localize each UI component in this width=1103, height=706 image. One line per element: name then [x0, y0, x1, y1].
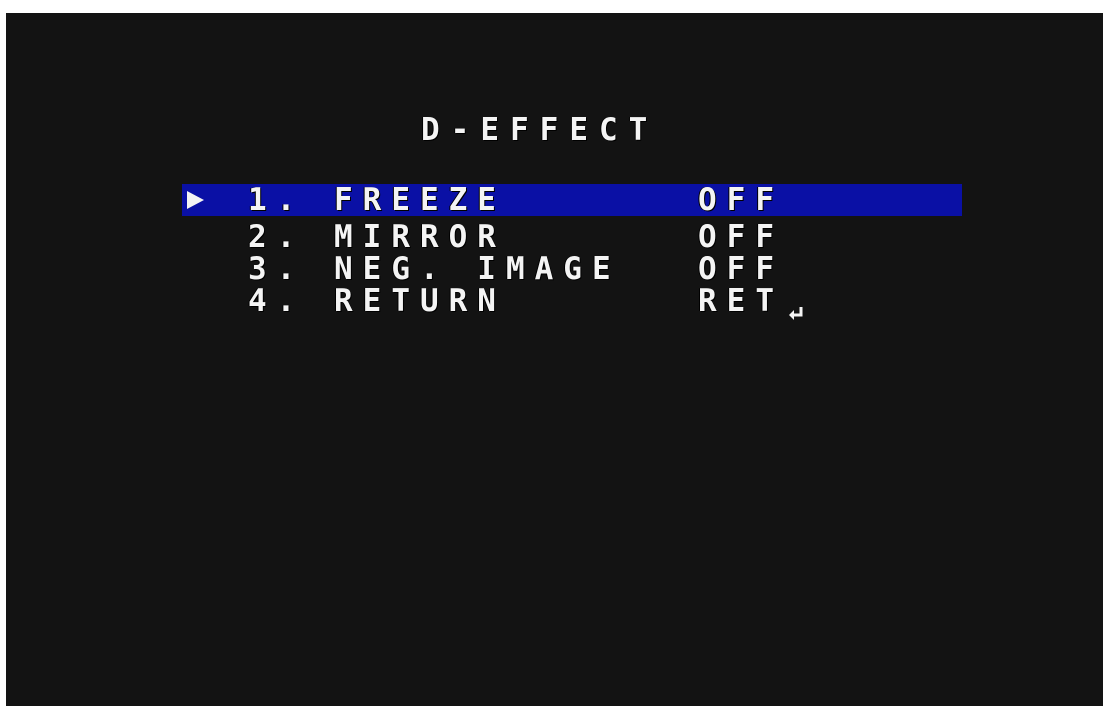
menu-item-value: OFF [698, 182, 784, 218]
menu-item-label: 2. MIRROR [248, 219, 506, 255]
menu-title: D-EFFECT [421, 112, 659, 148]
return-arrow-icon [788, 305, 804, 320]
play-triangle-icon [182, 188, 208, 212]
menu-item-value: RET [698, 283, 784, 319]
menu-item-label: 1. FREEZE [248, 182, 506, 218]
menu-item-value: OFF [698, 219, 784, 255]
menu-item-value: OFF [698, 251, 784, 287]
menu-item-label: 4. RETURN [248, 283, 506, 319]
menu-item-label: 3. NEG. IMAGE [248, 251, 621, 287]
